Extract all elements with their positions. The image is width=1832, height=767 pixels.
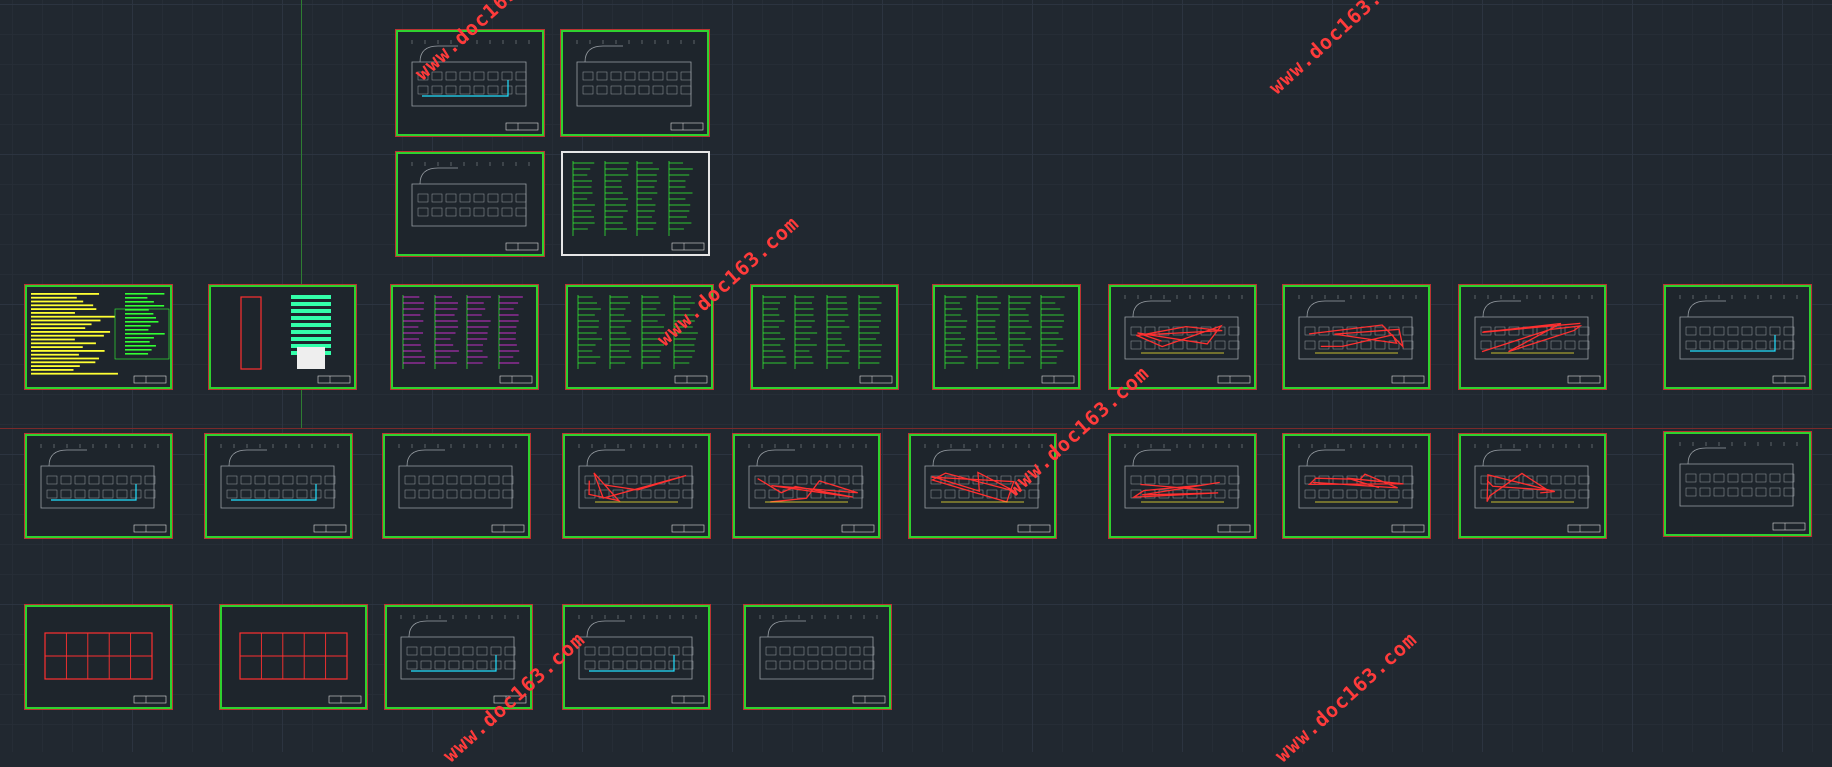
drawing-sheet[interactable]: [732, 433, 881, 539]
drawing-sheet[interactable]: [750, 284, 899, 390]
sheet-thumbnail-graphic: [402, 295, 533, 384]
sheet-thumbnail-graphic: [572, 161, 705, 251]
sheet-thumbnail-graphic: [44, 632, 167, 704]
sheet-thumbnail-graphic: [578, 615, 705, 704]
drawing-sheet[interactable]: [208, 284, 357, 390]
sheet-thumbnail-graphic: [398, 444, 525, 533]
drawing-sheet[interactable]: [1108, 433, 1257, 539]
sheet-thumbnail-graphic: [411, 40, 539, 131]
sheet-thumbnail-graphic: [40, 444, 167, 533]
drawing-sheet[interactable]: [561, 151, 710, 256]
model-space-canvas[interactable]: www.doc163.com www.doc163.com www.doc163…: [0, 0, 1832, 767]
sheet-thumbnail-graphic: [1124, 444, 1251, 533]
sheet-thumbnail-graphic: [240, 295, 351, 384]
drawing-sheet[interactable]: [1458, 433, 1607, 539]
drawing-sheet[interactable]: [395, 29, 545, 137]
sheet-thumbnail-graphic: [748, 444, 875, 533]
sheet-thumbnail-graphic: [1679, 295, 1806, 384]
sheet-thumbnail-graphic: [1298, 444, 1425, 533]
drawing-sheet[interactable]: [1458, 284, 1607, 390]
sheet-thumbnail-graphic: [576, 40, 704, 131]
drawing-sheet[interactable]: [562, 433, 711, 539]
sheet-thumbnail-graphic: [220, 444, 347, 533]
sheet-thumbnail-graphic: [1679, 442, 1806, 531]
drawing-sheet[interactable]: [1282, 284, 1431, 390]
sheet-thumbnail-graphic: [1474, 444, 1601, 533]
sheet-thumbnail-graphic: [944, 295, 1075, 384]
drawing-sheet[interactable]: [1282, 433, 1431, 539]
sheet-thumbnail-graphic: [411, 162, 539, 251]
drawing-sheet[interactable]: [562, 604, 711, 710]
sheet-thumbnail-graphic: [1298, 295, 1425, 384]
watermark-text: www.doc163.com: [1269, 626, 1422, 767]
sheet-thumbnail-graphic: [239, 632, 362, 704]
drawing-sheet[interactable]: [204, 433, 353, 539]
sheet-thumbnail-graphic: [578, 444, 705, 533]
drawing-sheet[interactable]: [219, 604, 368, 710]
drawing-sheet[interactable]: [1663, 284, 1812, 390]
sheet-thumbnail-graphic: [31, 293, 170, 384]
drawing-sheet[interactable]: [395, 151, 545, 257]
sheet-thumbnail-graphic: [762, 295, 893, 384]
drawing-sheet[interactable]: [24, 433, 173, 539]
ucs-x-axis-line: [0, 428, 1832, 429]
drawing-sheet[interactable]: [1663, 431, 1812, 537]
drawing-sheet[interactable]: [560, 29, 710, 137]
drawing-sheet[interactable]: [24, 284, 173, 390]
watermark-text: www.doc163.com: [1263, 0, 1416, 99]
drawing-sheet[interactable]: [743, 604, 892, 710]
drawing-sheet[interactable]: [390, 284, 539, 390]
sheet-thumbnail-graphic: [759, 615, 886, 704]
sheet-thumbnail-graphic: [1474, 295, 1601, 384]
drawing-sheet[interactable]: [932, 284, 1081, 390]
drawing-sheet[interactable]: [24, 604, 173, 710]
drawing-sheet[interactable]: [382, 433, 531, 539]
